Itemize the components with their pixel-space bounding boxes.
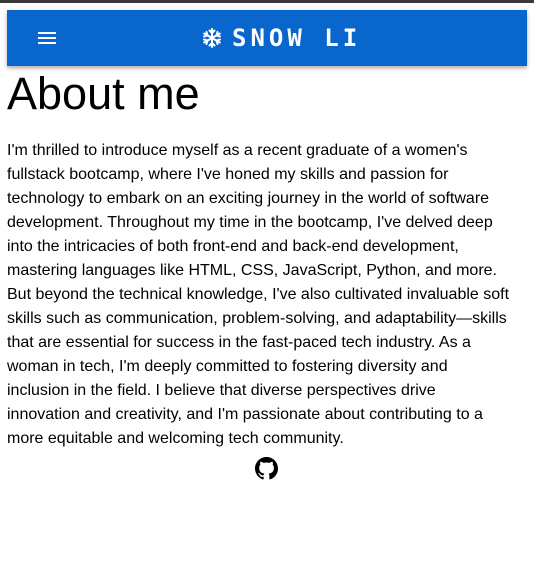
menu-bar-line bbox=[38, 42, 56, 44]
site-title: SNOW LI bbox=[232, 24, 362, 52]
menu-bar-line bbox=[38, 37, 56, 39]
github-icon bbox=[255, 457, 278, 484]
window-top-border bbox=[0, 0, 534, 3]
about-paragraph: I'm thrilled to introduce myself as a re… bbox=[7, 142, 510, 447]
menu-bar-line bbox=[38, 32, 56, 34]
menu-button[interactable] bbox=[35, 27, 59, 49]
brand[interactable]: SNOW LI bbox=[201, 23, 361, 53]
app-bar: SNOW LI bbox=[7, 10, 527, 66]
page-title: About me bbox=[7, 68, 200, 119]
github-link[interactable] bbox=[255, 457, 278, 480]
snowflake-icon bbox=[201, 27, 223, 49]
